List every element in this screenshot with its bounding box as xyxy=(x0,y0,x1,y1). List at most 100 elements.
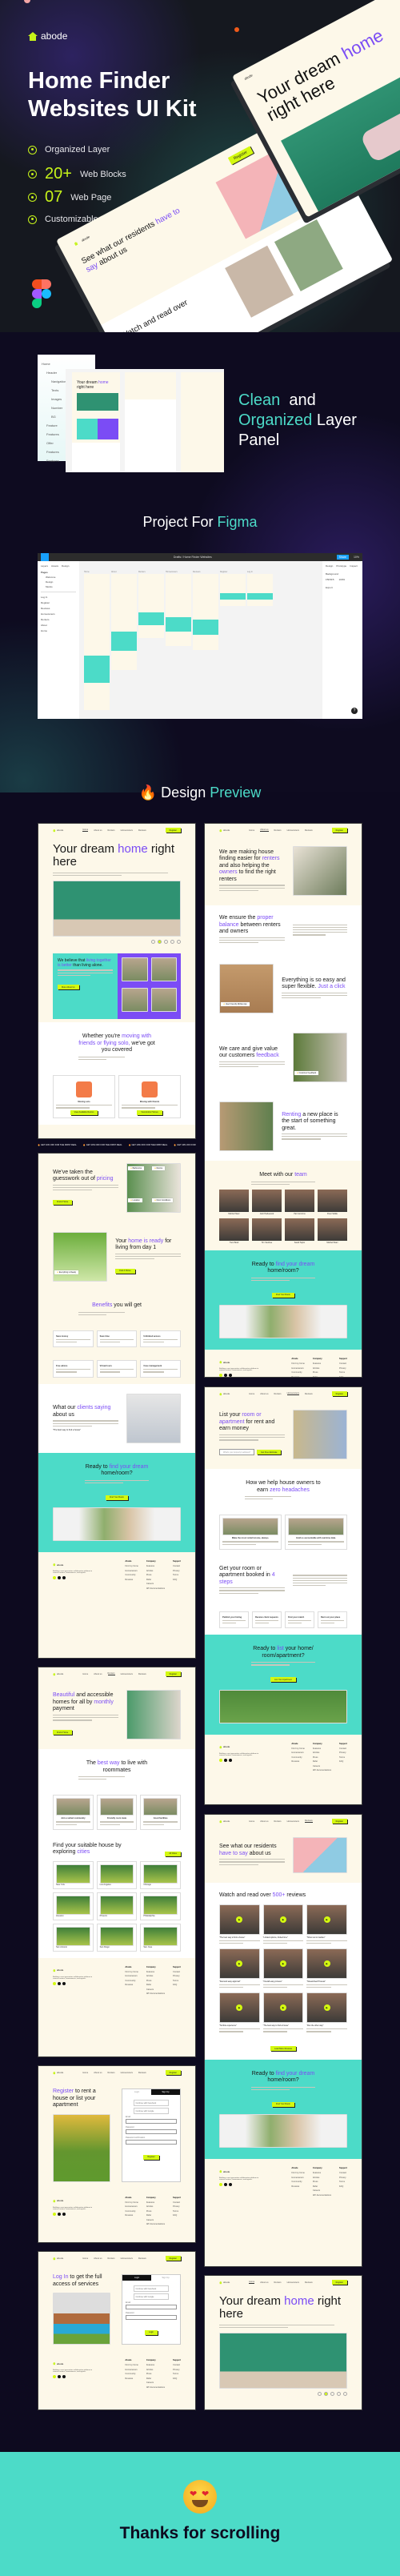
play-icon[interactable]: ▶ xyxy=(236,2004,243,2012)
slider-dots[interactable] xyxy=(219,2392,347,2397)
nav-link-renters[interactable]: Renters xyxy=(107,1672,115,1675)
figma-frame[interactable]: Homeowners xyxy=(166,571,191,646)
footer-link[interactable]: Privacy xyxy=(339,2177,347,2179)
footer-link[interactable]: FAQ xyxy=(173,1984,181,1986)
play-icon[interactable]: ▶ xyxy=(279,2004,286,2012)
nav-link-homeowners[interactable]: Homeowners xyxy=(121,1673,133,1675)
footer-link[interactable]: Press xyxy=(146,1980,165,1982)
register-button[interactable]: Register xyxy=(331,1391,347,1396)
instagram-icon[interactable] xyxy=(224,2183,227,2186)
nav-link-about-us[interactable]: About us xyxy=(94,2257,102,2260)
nav-link-reviews[interactable]: Reviews xyxy=(305,1393,313,1395)
city-card[interactable]: Phoenix xyxy=(96,1892,138,1920)
nav-link-renters[interactable]: Renters xyxy=(274,829,282,832)
nav-link-home[interactable]: Home xyxy=(249,829,254,832)
footer-link[interactable]: Community xyxy=(125,1574,138,1576)
nav-link-home[interactable]: Home xyxy=(249,1820,254,1823)
nav-link-homeowners[interactable]: Homeowners xyxy=(286,1392,299,1395)
footer-link[interactable]: Find my home xyxy=(291,2172,304,2174)
footer-link[interactable]: Terms xyxy=(339,1371,347,1374)
footer-link[interactable]: Articles xyxy=(313,1367,331,1370)
footer-link[interactable]: Contact xyxy=(339,2172,347,2174)
cta-button[interactable]: List Your Apartment xyxy=(270,1677,296,1683)
figma-page-item[interactable]: Mocks xyxy=(46,585,76,588)
nav-link-reviews[interactable]: Reviews xyxy=(305,2281,313,2284)
register-button[interactable]: Register xyxy=(331,2280,347,2285)
feature-card[interactable]: Publish your listing xyxy=(219,1611,249,1629)
footer-link[interactable]: Features xyxy=(313,2172,331,2174)
footer-link[interactable]: Refer xyxy=(146,1984,165,1986)
twitter-icon[interactable] xyxy=(229,2183,232,2186)
tab-sign-up[interactable]: Sign Up xyxy=(151,2275,180,2281)
city-card[interactable]: Houston xyxy=(53,1892,94,1920)
nav-link-homeowners[interactable]: Homeowners xyxy=(121,829,133,832)
nav-link-homeowners[interactable]: Homeowners xyxy=(287,829,299,832)
nav-link-home[interactable]: Home xyxy=(82,829,89,832)
cta-button[interactable]: Find A Home xyxy=(53,1730,73,1735)
feature-card[interactable]: Find your match xyxy=(285,1611,314,1629)
nav-link-about-us[interactable]: About us xyxy=(260,1393,268,1395)
footer-link[interactable]: API documentations xyxy=(313,2194,331,2197)
feature-card[interactable]: Make the most rental income, always. xyxy=(219,1515,282,1550)
figma-tab[interactable]: Design xyxy=(326,564,333,568)
play-icon[interactable]: ▶ xyxy=(236,1960,243,1967)
city-card[interactable]: San Jose xyxy=(140,1923,181,1952)
card-button[interactable]: View Entire Homes xyxy=(137,1109,162,1115)
facebook-icon[interactable] xyxy=(53,1981,56,1985)
nav-link-renters[interactable]: Renters xyxy=(274,2281,282,2284)
footer-link[interactable]: Press xyxy=(146,2210,165,2213)
footer-link[interactable]: Refer xyxy=(313,1760,331,1763)
footer-link[interactable]: Privacy xyxy=(173,1975,181,1977)
cta-button[interactable]: Get Free Estimate xyxy=(257,1450,282,1455)
register-button[interactable]: Register xyxy=(165,828,181,833)
figma-frame-item[interactable]: Renters xyxy=(41,618,76,621)
play-icon[interactable]: ▶ xyxy=(236,1916,243,1923)
cta-button[interactable]: Find Your Room xyxy=(272,1292,294,1298)
instagram-icon[interactable] xyxy=(58,1981,61,1985)
footer-link[interactable]: Homeowners xyxy=(291,1751,304,1754)
password-input[interactable] xyxy=(126,2129,177,2134)
load-more-reviews-button[interactable]: Load More Reviews xyxy=(270,2046,297,2052)
submit-button[interactable]: Register xyxy=(143,2154,159,2160)
footer-link[interactable]: API documentations xyxy=(146,1992,165,1995)
footer-link[interactable]: Privacy xyxy=(173,2205,181,2208)
nav-link-reviews[interactable]: Reviews xyxy=(305,829,313,832)
figma-page-item[interactable]: Design xyxy=(46,580,76,584)
feature-card[interactable]: Moving solo View Available Rooms xyxy=(53,1075,115,1118)
footer-link[interactable]: FAQ xyxy=(173,2214,181,2217)
nav-link-reviews[interactable]: Reviews xyxy=(138,829,146,832)
nav-link-home[interactable]: Home xyxy=(82,2072,88,2074)
footer-link[interactable]: Refer xyxy=(146,2377,165,2380)
facebook-icon[interactable] xyxy=(219,2183,222,2186)
footer-link[interactable]: Privacy xyxy=(339,1367,347,1370)
footer-link[interactable]: Articles xyxy=(146,1975,165,1977)
footer-link[interactable]: Find my home xyxy=(125,2364,138,2366)
feature-card[interactable]: Save time xyxy=(96,1330,138,1348)
nav-link-reviews[interactable]: Reviews xyxy=(138,2257,146,2260)
nav-link-renters[interactable]: Renters xyxy=(108,2257,115,2260)
feature-card[interactable]: Virtual tours xyxy=(96,1360,138,1378)
figma-tab[interactable]: Assets xyxy=(51,564,58,568)
footer-link[interactable]: Articles xyxy=(146,2205,165,2208)
nav-link-reviews[interactable]: Reviews xyxy=(138,1673,146,1675)
email-input[interactable] xyxy=(126,2305,177,2309)
figma-frame[interactable]: Register xyxy=(220,571,246,606)
facebook-icon[interactable] xyxy=(53,1576,56,1579)
footer-link[interactable]: Contact xyxy=(173,1971,181,1973)
footer-link[interactable]: Features xyxy=(146,2201,165,2204)
footer-link[interactable]: Privacy xyxy=(173,2369,181,2371)
figma-page-item[interactable]: Welcome xyxy=(46,576,76,579)
nav-link-about-us[interactable]: About us xyxy=(94,829,102,832)
footer-link[interactable]: Find my home xyxy=(125,1971,138,1973)
nav-link-about-us[interactable]: About us xyxy=(94,1673,102,1675)
footer-link[interactable]: Terms xyxy=(339,1756,347,1759)
footer-link[interactable]: Features xyxy=(146,1971,165,1973)
footer-link[interactable]: Refer xyxy=(313,2185,331,2188)
register-button[interactable]: Register xyxy=(331,1819,347,1824)
figma-frame[interactable]: Log In xyxy=(247,571,273,606)
nav-link-reviews[interactable]: Reviews xyxy=(304,1820,313,1823)
footer-link[interactable]: Press xyxy=(313,1371,331,1374)
address-input[interactable]: What's your property's address? xyxy=(219,1449,255,1456)
tab-login[interactable]: Login xyxy=(122,2089,151,2095)
slider-dots[interactable] xyxy=(53,940,181,945)
